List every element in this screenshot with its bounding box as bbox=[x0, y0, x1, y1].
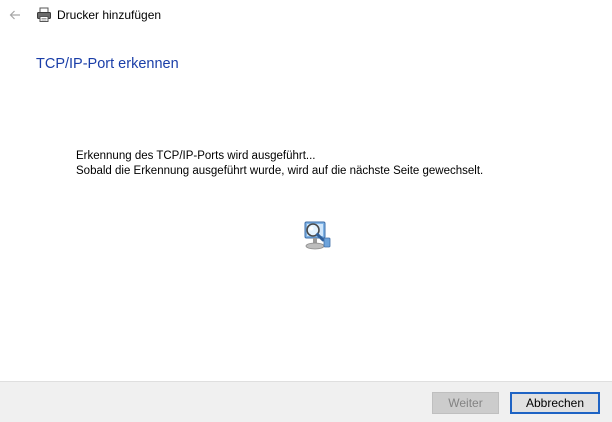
cancel-button[interactable]: Abbrechen bbox=[510, 392, 600, 414]
window-title: Drucker hinzufügen bbox=[57, 8, 162, 22]
printer-icon bbox=[37, 7, 51, 22]
button-bar: Weiter Abbrechen bbox=[0, 381, 612, 422]
status-line-2: Sobald die Erkennung ausgeführt wurde, w… bbox=[76, 165, 484, 177]
next-button[interactable]: Weiter bbox=[432, 392, 499, 414]
status-message: Erkennung des TCP/IP-Ports wird ausgefüh… bbox=[76, 149, 483, 179]
back-arrow-icon bbox=[9, 10, 20, 20]
back-button[interactable] bbox=[6, 6, 24, 24]
title-bar: Drucker hinzufügen bbox=[0, 0, 612, 30]
page-title: TCP/IP-Port erkennen bbox=[36, 56, 179, 72]
computer-search-icon bbox=[304, 221, 331, 250]
status-line-1: Erkennung des TCP/IP-Ports wird ausgefüh… bbox=[76, 150, 316, 162]
